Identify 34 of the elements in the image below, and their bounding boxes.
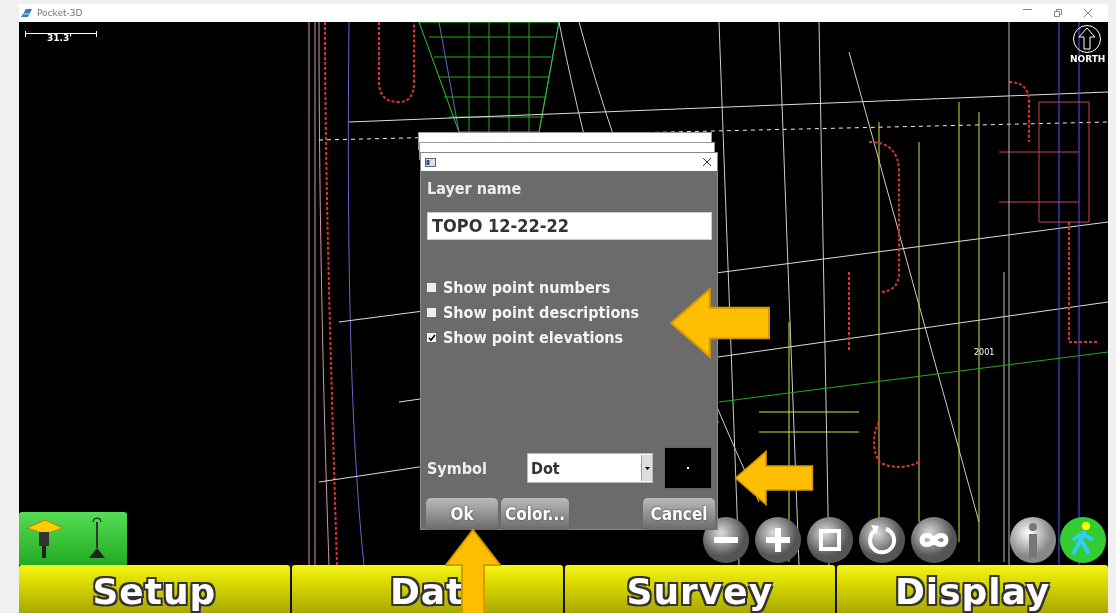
restore-icon[interactable] bbox=[1054, 9, 1062, 17]
zoom-in-button[interactable] bbox=[754, 516, 802, 564]
menu-tab[interactable]: Display bbox=[837, 565, 1108, 613]
close-icon[interactable] bbox=[703, 158, 711, 166]
checkbox[interactable] bbox=[427, 308, 436, 317]
walking-person-icon bbox=[1059, 516, 1107, 564]
north-label: NORTH bbox=[1070, 54, 1106, 64]
symbol-dropdown[interactable]: Dot bbox=[527, 453, 653, 483]
menu-tab[interactable]: Setup bbox=[19, 565, 290, 613]
menu-tab[interactable]: Survey bbox=[564, 565, 836, 613]
checkbox-label: Show point descriptions bbox=[443, 303, 640, 322]
zoom-extents-button[interactable] bbox=[806, 516, 854, 564]
checkbox-label: Show point numbers bbox=[443, 278, 611, 297]
gps-panel[interactable] bbox=[19, 512, 127, 565]
scale-label: 31.3' bbox=[47, 33, 72, 43]
checkbox-label: Show point elevations bbox=[443, 328, 624, 347]
field-label: Layer name bbox=[427, 179, 522, 198]
menu-tab[interactable]: Dat bbox=[291, 565, 563, 613]
window-title: Pocket-3D bbox=[37, 8, 83, 18]
checkbox[interactable] bbox=[427, 283, 436, 292]
symbol-preview bbox=[664, 447, 712, 489]
window-icon bbox=[425, 157, 436, 167]
checkbox[interactable] bbox=[427, 333, 436, 342]
infinity-button[interactable] bbox=[910, 516, 958, 564]
rotate-button[interactable] bbox=[858, 516, 906, 564]
point-label: 2001 bbox=[974, 348, 995, 357]
layer-name-field[interactable]: TOPO 12-22-22 bbox=[427, 212, 712, 240]
app-icon bbox=[21, 8, 33, 18]
symbol-label: Symbol bbox=[427, 458, 487, 478]
ok-button[interactable]: Ok bbox=[426, 498, 498, 530]
info-icon bbox=[1009, 516, 1057, 564]
caret-icon bbox=[644, 466, 650, 470]
cancel-button[interactable]: Cancel bbox=[643, 498, 715, 530]
color-button[interactable]: Color... bbox=[501, 498, 570, 530]
